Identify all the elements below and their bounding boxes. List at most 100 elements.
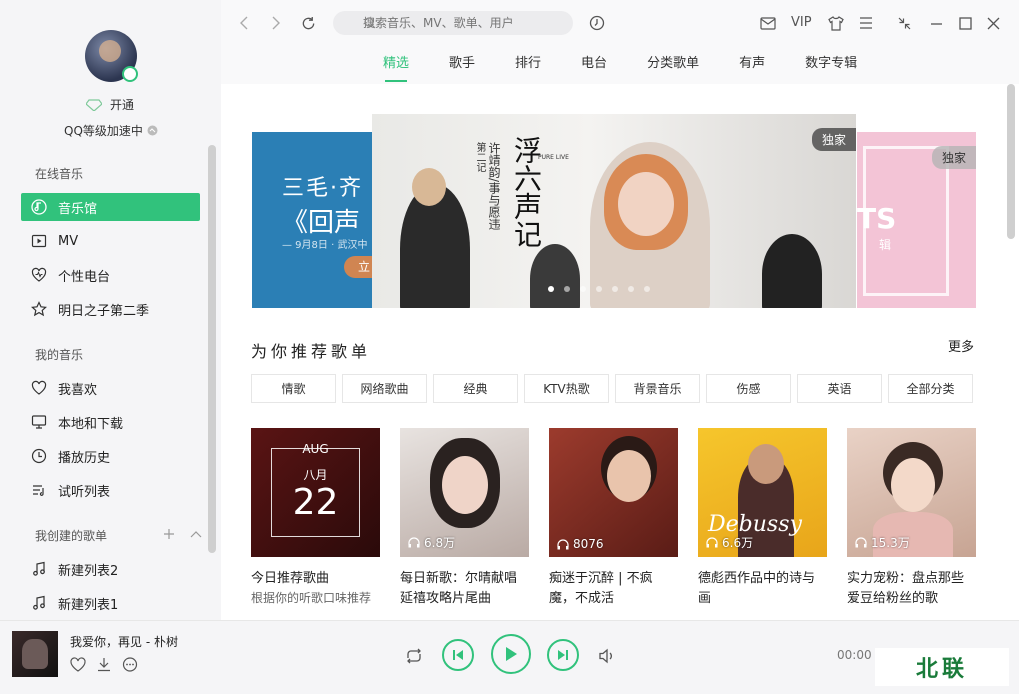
category-tag[interactable]: KTV热歌 <box>524 374 609 403</box>
carousel-dot[interactable] <box>628 286 634 292</box>
app-window: 开通 QQ等级加速中 在线音乐 音乐馆 MV 个性电台 明日之子第二季 我的音乐… <box>0 0 1019 694</box>
sidebar-item-mv[interactable]: MV <box>21 227 200 255</box>
radio-heart-icon <box>31 267 47 282</box>
play-count-text: 6.6万 <box>722 536 754 550</box>
carousel-dot[interactable] <box>596 286 602 292</box>
minimize-icon[interactable] <box>927 14 945 32</box>
like-heart-icon[interactable] <box>70 657 86 672</box>
sidebar-item-label: MV <box>58 233 79 249</box>
playlist-cover[interactable]: 8076 <box>549 428 678 557</box>
tab-radio[interactable]: 电台 <box>581 52 607 82</box>
album-art[interactable] <box>12 631 58 677</box>
playlist-subtitle: 根据你的听歌口味推荐 <box>251 591 372 605</box>
tab-audio[interactable]: 有声 <box>739 52 765 82</box>
sidebar-item-label: 我喜欢 <box>58 382 98 398</box>
carousel-dot[interactable] <box>548 286 554 292</box>
refresh-icon[interactable] <box>299 14 317 32</box>
playlist-title[interactable]: 每日新歌：尔晴献唱延禧攻略片尾曲 <box>400 569 529 609</box>
tab-category-playlists[interactable]: 分类歌单 <box>647 52 699 82</box>
playlist-card[interactable]: Debussy 6.6万 德彪西作品中的诗与画 <box>698 428 827 609</box>
mail-icon[interactable] <box>759 14 777 32</box>
category-tag[interactable]: 背景音乐 <box>615 374 700 403</box>
history-clock-icon[interactable] <box>588 14 606 32</box>
download-icon[interactable] <box>96 657 112 672</box>
sidebar-scrollbar[interactable] <box>208 145 216 553</box>
carousel-dot[interactable] <box>564 286 570 292</box>
exclusive-badge: 独家 <box>931 146 976 169</box>
menu-icon[interactable] <box>857 14 875 32</box>
previous-button[interactable] <box>442 639 474 671</box>
play-count-text: 15.3万 <box>871 536 910 550</box>
music-hall-icon <box>31 199 47 215</box>
now-playing-song[interactable]: 我爱你，再见 - 朴树 <box>70 633 178 650</box>
plus-icon[interactable] <box>163 528 175 540</box>
forward-icon[interactable] <box>267 14 285 32</box>
tab-digital-albums[interactable]: 数字专辑 <box>805 52 857 82</box>
playlist-title[interactable]: 痴迷于沉醉 | 不疯魔，不成活 <box>549 569 678 609</box>
sidebar-item-radio[interactable]: 个性电台 <box>21 261 200 289</box>
back-icon[interactable] <box>235 14 253 32</box>
headphones-icon <box>408 537 420 548</box>
qq-level-row[interactable]: QQ等级加速中 <box>64 122 158 139</box>
category-tag[interactable]: 情歌 <box>251 374 336 403</box>
sidebar-item-favorites[interactable]: 我喜欢 <box>21 374 200 402</box>
tab-featured[interactable]: 精选 <box>383 52 409 82</box>
sidebar-item-local[interactable]: 本地和下载 <box>21 408 200 436</box>
volume-icon[interactable] <box>596 645 618 667</box>
sidebar-item-trial-list[interactable]: 试听列表 <box>21 476 200 504</box>
play-count-text: 8076 <box>573 537 604 551</box>
category-tag[interactable]: 经典 <box>433 374 518 403</box>
playlist-title[interactable]: 实力宠粉：盘点那些爱豆给粉丝的歌 <box>847 569 976 609</box>
playlist-card[interactable]: 15.3万 实力宠粉：盘点那些爱豆给粉丝的歌 <box>847 428 976 609</box>
playlist-cover[interactable]: Debussy 6.6万 <box>698 428 827 557</box>
carousel-dot[interactable] <box>644 286 650 292</box>
category-tag[interactable]: 网络歌曲 <box>342 374 427 403</box>
category-tag[interactable]: 英语 <box>797 374 882 403</box>
vip-button[interactable]: VIP <box>791 15 812 30</box>
playlist-card[interactable]: 8076 痴迷于沉醉 | 不疯魔，不成活 <box>549 428 678 609</box>
play-count: 6.8万 <box>408 534 455 551</box>
content-scrollbar[interactable] <box>1007 84 1015 239</box>
carousel-dot[interactable] <box>580 286 586 292</box>
exclusive-badge: 独家 <box>811 128 856 151</box>
playlist-card[interactable]: 6.8万 每日新歌：尔晴献唱延禧攻略片尾曲 <box>400 428 529 609</box>
tab-singers[interactable]: 歌手 <box>449 52 475 82</box>
sidebar-item-tomorrow[interactable]: 明日之子第二季 <box>21 295 200 323</box>
section-online-music: 在线音乐 <box>35 167 84 181</box>
skin-icon[interactable] <box>827 14 845 32</box>
sidebar-item-playlist-1[interactable]: 新建列表1 <box>21 589 200 617</box>
chevron-up-icon[interactable] <box>189 528 203 540</box>
playlist-cover[interactable]: 6.8万 <box>400 428 529 557</box>
sidebar-item-music-hall[interactable]: 音乐馆 <box>21 193 200 221</box>
banner-left-line1: 三毛·齐 <box>282 176 363 201</box>
mini-mode-icon[interactable] <box>895 14 913 32</box>
next-button[interactable] <box>547 639 579 671</box>
close-icon[interactable] <box>984 14 1002 32</box>
category-tag[interactable]: 全部分类 <box>888 374 973 403</box>
date-day: 22 <box>292 482 339 523</box>
vip-row[interactable]: 开通 <box>86 96 134 113</box>
sidebar-item-label: 新建列表2 <box>58 563 119 579</box>
loop-icon[interactable] <box>403 645 425 667</box>
carousel-dot[interactable] <box>612 286 618 292</box>
play-button[interactable] <box>491 634 531 674</box>
playlist-cover[interactable]: AUG 八月 22 <box>251 428 380 557</box>
category-tag[interactable]: 伤感 <box>706 374 791 403</box>
more-link[interactable]: 更多 <box>948 336 974 355</box>
tab-charts[interactable]: 排行 <box>515 52 541 82</box>
playlist-card[interactable]: AUG 八月 22 今日推荐歌曲 根据你的听歌口味推荐 <box>251 428 380 609</box>
playlist-cover[interactable]: 15.3万 <box>847 428 976 557</box>
playlist-actions <box>163 528 203 540</box>
banner-main[interactable]: 第二记 许靖韵/事与愿违 浮六声记 PURE LIVE 独家 <box>372 114 856 308</box>
playlist-title[interactable]: 德彪西作品中的诗与画 <box>698 569 827 609</box>
violinist-head <box>412 168 446 206</box>
play-icon <box>506 647 517 661</box>
more-options-icon[interactable] <box>122 657 138 672</box>
sidebar-item-playlist-2[interactable]: 新建列表2 <box>21 555 200 583</box>
drummer-figure <box>762 234 822 308</box>
sidebar: 开通 QQ等级加速中 在线音乐 音乐馆 MV 个性电台 明日之子第二季 我的音乐… <box>0 0 221 620</box>
banner-right[interactable]: TS 辑 独家 <box>857 132 976 308</box>
maximize-icon[interactable] <box>956 14 974 32</box>
sidebar-item-label: 试听列表 <box>58 484 111 500</box>
sidebar-item-history[interactable]: 播放历史 <box>21 442 200 470</box>
